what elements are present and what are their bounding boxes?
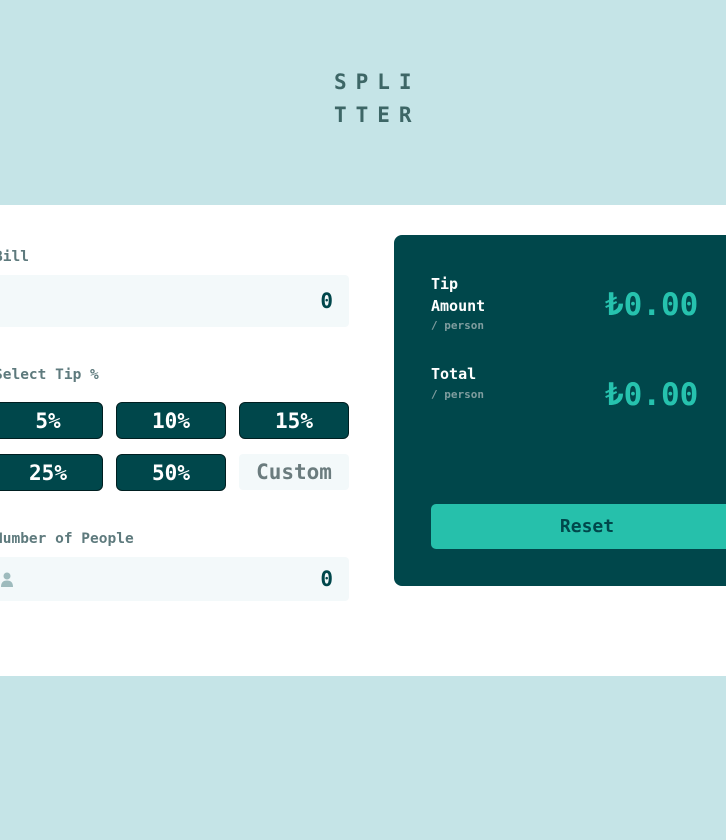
- bill-label: Bill: [0, 249, 29, 265]
- logo-line-2: TTER: [334, 103, 421, 127]
- total-value: ₺0.00: [605, 377, 699, 413]
- reset-label: Reset: [559, 516, 615, 537]
- tip-15-button[interactable]: 15%: [239, 402, 349, 439]
- tip-label: Select Tip %: [0, 367, 99, 383]
- people-label: Number of People: [0, 531, 134, 547]
- tip-5-button[interactable]: 5%: [0, 402, 103, 439]
- bill-input[interactable]: 0: [0, 275, 349, 327]
- person-icon: [1, 572, 13, 587]
- app-logo: SPLI TTER: [334, 66, 434, 132]
- logo-line-1: SPLI: [334, 70, 421, 94]
- total-title: Total: [431, 365, 477, 383]
- tip-amount-value: ₺0.00: [605, 287, 699, 323]
- reset-button[interactable]: Reset: [431, 504, 726, 549]
- tip-amount-title: Tip Amount: [431, 273, 485, 317]
- bill-value: 0: [320, 289, 333, 313]
- tip-10-button[interactable]: 10%: [116, 402, 226, 439]
- tip-amount-title-line-1: Tip: [431, 275, 459, 293]
- tip-25-button[interactable]: 25%: [0, 454, 103, 491]
- tip-amount-title-line-2: Amount: [431, 297, 486, 315]
- results-panel: Tip Amount / person ₺0.00 Total / person…: [394, 235, 726, 586]
- tip-50-button[interactable]: 50%: [116, 454, 226, 491]
- tip-amount-sub: / person: [431, 319, 484, 332]
- tip-custom-input[interactable]: Custom: [239, 454, 349, 490]
- people-value: 0: [320, 567, 333, 591]
- total-sub: / person: [431, 388, 484, 401]
- people-input[interactable]: 0: [0, 557, 349, 601]
